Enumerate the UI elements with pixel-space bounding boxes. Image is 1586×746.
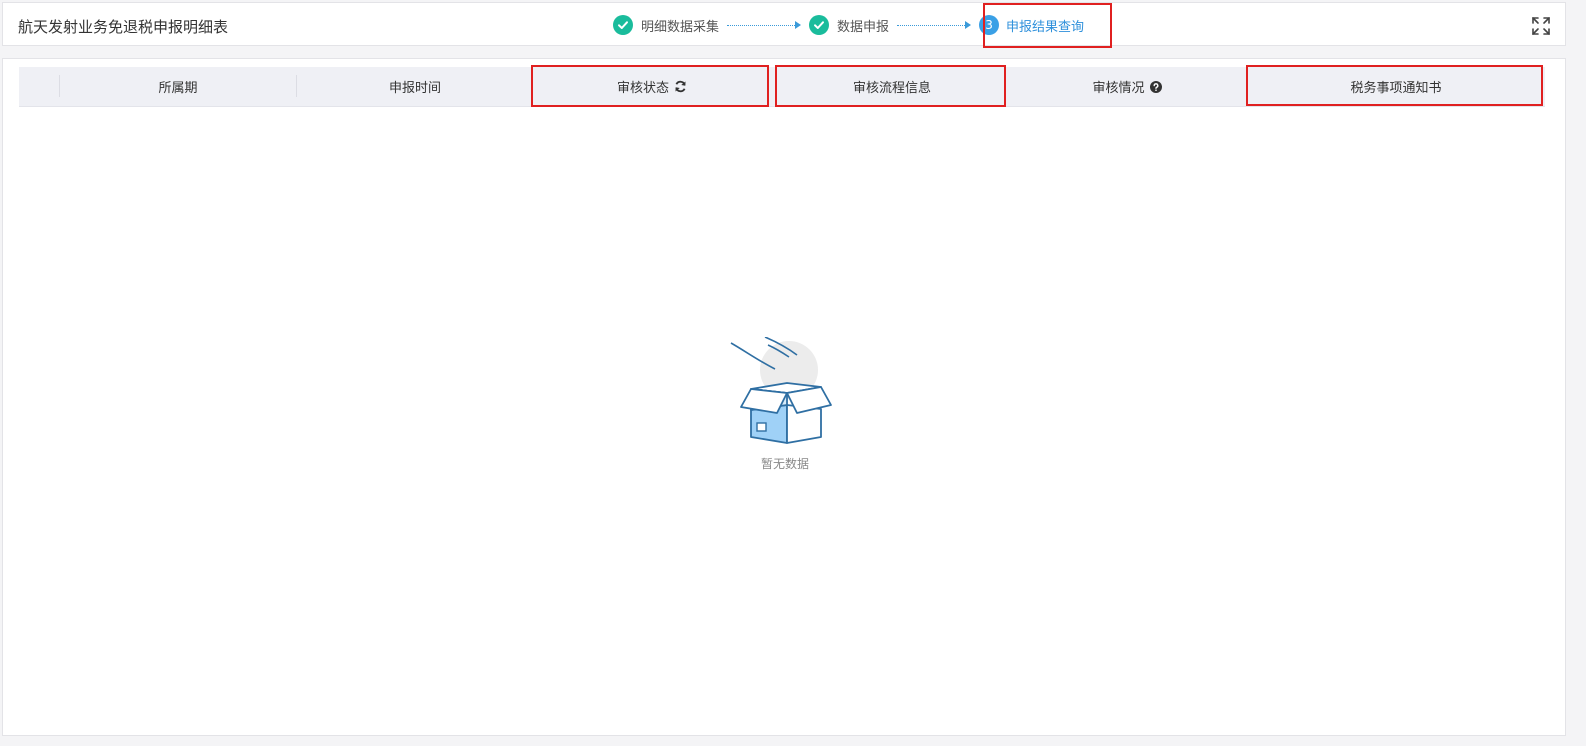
- column-header-period[interactable]: 所属期: [60, 67, 296, 106]
- empty-box-icon: [730, 336, 832, 444]
- step-2[interactable]: 数据申报: [809, 15, 889, 35]
- column-header-tax-notice[interactable]: 税务事项通知书: [1249, 67, 1543, 106]
- column-label: 申报时间: [388, 81, 441, 96]
- refresh-icon[interactable]: [674, 80, 687, 93]
- step-3-number: 3: [979, 15, 1000, 35]
- step-progress: 明细数据采集 数据申报 3 申报结果查询: [613, 3, 1084, 47]
- table-header: 所属期 申报时间 审核状态 审核流程信息 审核情况 税务事项通知书: [19, 67, 1545, 107]
- step-1[interactable]: 明细数据采集: [613, 15, 719, 35]
- step-arrow: [897, 21, 972, 29]
- column-header-audit-status[interactable]: 审核状态: [533, 67, 771, 106]
- results-panel: 所属期 申报时间 审核状态 审核流程信息 审核情况 税务事项通知书 暂无数据: [2, 58, 1566, 736]
- step-1-label: 明细数据采集: [641, 19, 720, 35]
- empty-state-text: 暂无数据: [760, 457, 809, 471]
- step-arrow: [727, 21, 802, 29]
- column-label: 审核情况: [1092, 81, 1145, 96]
- page-title: 航天发射业务免退税申报明细表: [18, 18, 229, 36]
- column-header-audit-flow[interactable]: 审核流程信息: [777, 67, 1007, 106]
- column-header-declare-time[interactable]: 申报时间: [297, 67, 533, 106]
- column-label: 税务事项通知书: [1350, 81, 1442, 96]
- column-label: 审核流程信息: [852, 81, 931, 96]
- column-header-audit-result[interactable]: 审核情况: [1009, 67, 1245, 106]
- expand-icon: [1532, 17, 1550, 35]
- column-label: 所属期: [158, 81, 198, 96]
- step-2-label: 数据申报: [837, 19, 890, 35]
- fullscreen-button[interactable]: [1530, 15, 1552, 37]
- question-circle-icon[interactable]: [1149, 80, 1162, 93]
- page-header: 航天发射业务免退税申报明细表 明细数据采集 数据申报 3 申报结果查询: [2, 2, 1566, 46]
- empty-state: 暂无数据: [723, 336, 847, 477]
- check-circle-icon: [809, 15, 830, 35]
- column-label: 审核状态: [616, 81, 669, 96]
- check-circle-icon: [613, 15, 633, 35]
- step-3[interactable]: 3 申报结果查询: [979, 15, 1084, 35]
- step-3-label: 申报结果查询: [1006, 19, 1085, 35]
